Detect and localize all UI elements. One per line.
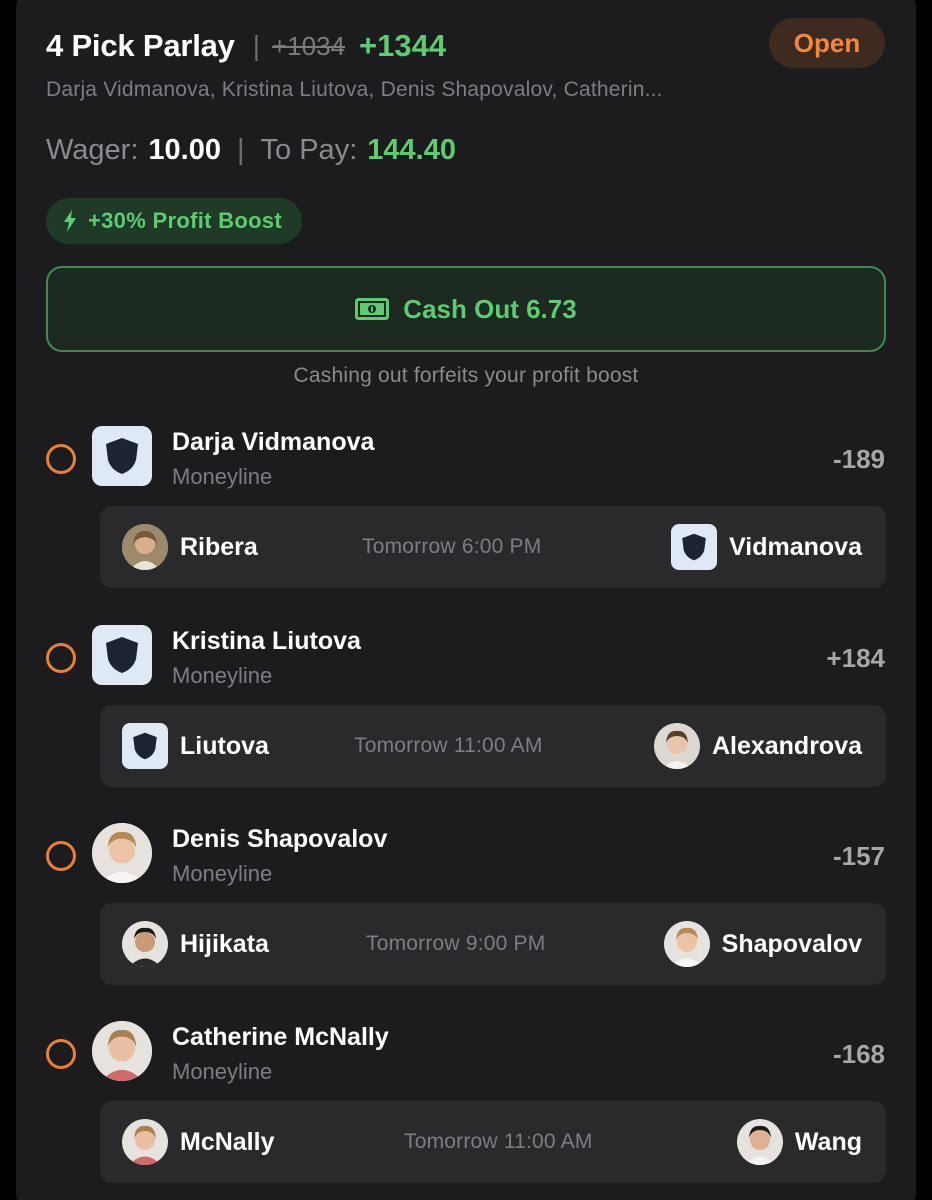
title-separator: |	[252, 30, 260, 61]
to-pay-value: 144.40	[367, 134, 456, 166]
match-player-left: Ribera	[122, 506, 258, 588]
player-avatar	[736, 1119, 783, 1165]
cash-out-note: Cashing out forfeits your profit boost	[293, 364, 639, 387]
to-pay-label: To Pay:	[260, 134, 358, 166]
player-name: Hijikata	[180, 929, 269, 958]
match-card[interactable]: McNally Tomorrow 11:00 AM Wang	[100, 1101, 886, 1183]
cash-out-button[interactable]: Cash Out 6.73	[46, 266, 886, 352]
match-card[interactable]: Ribera Tomorrow 6:00 PM Vidmanova	[100, 506, 886, 588]
match-time: Tomorrow 9:00 PM	[366, 932, 546, 955]
player-name: Vidmanova	[729, 532, 862, 561]
player-name: Alexandrova	[711, 731, 862, 760]
pick-name: Darja Vidmanova	[172, 428, 375, 456]
player-avatar	[122, 921, 168, 967]
lightning-bolt-icon	[64, 210, 76, 232]
wager-value: 10.00	[148, 134, 221, 166]
original-odds: +1034	[272, 30, 346, 61]
pick-market: Moneyline	[172, 861, 273, 886]
match-player-right: Shapovalov	[663, 903, 862, 985]
pick-odds: -189	[832, 444, 885, 474]
pick-market: Moneyline	[172, 464, 273, 489]
pick-market: Moneyline	[172, 1059, 273, 1084]
pick-market: Moneyline	[172, 663, 273, 688]
player-name: McNally	[180, 1127, 275, 1156]
match-player-right: Vidmanova	[671, 506, 862, 588]
title-row: 4 Pick Parlay | +1034 +1344	[46, 26, 446, 66]
status-badge: Open	[769, 18, 885, 68]
cash-icon	[355, 298, 390, 320]
pick-status-radio	[46, 841, 76, 871]
pick-odds: -168	[832, 1039, 885, 1069]
pick-logo-avatar	[92, 823, 152, 883]
match-player-left: Liutova	[122, 705, 269, 787]
pick-name: Kristina Liutova	[172, 627, 361, 655]
player-name: Wang	[794, 1127, 862, 1156]
pick-odds: -157	[832, 841, 885, 871]
match-player-right: Alexandrova	[653, 705, 862, 787]
cash-out-label: Cash Out 6.73	[403, 293, 577, 324]
player-avatar	[122, 524, 168, 570]
player-name: Liutova	[180, 731, 269, 760]
pick-logo-shield-icon	[92, 426, 152, 486]
pick-logo-avatar	[92, 1021, 152, 1081]
match-card[interactable]: Liutova Tomorrow 11:00 AM Alexandrova	[100, 705, 886, 787]
shield-icon	[122, 723, 168, 769]
wager-label: Wager:	[46, 134, 139, 166]
profit-boost-label: +30% Profit Boost	[88, 208, 282, 233]
match-time: Tomorrow 6:00 PM	[362, 535, 542, 558]
profit-boost-badge: +30% Profit Boost	[46, 198, 302, 244]
wager-separator: |	[236, 134, 245, 166]
pick-status-radio	[46, 643, 76, 673]
player-name: Shapovalov	[721, 929, 862, 958]
player-avatar	[653, 723, 700, 769]
pick-status-radio	[46, 444, 76, 474]
pick-name: Catherine McNally	[172, 1023, 389, 1051]
match-player-left: Hijikata	[122, 903, 269, 985]
match-time: Tomorrow 11:00 AM	[354, 734, 543, 757]
page-title: 4 Pick Parlay	[46, 28, 235, 63]
picks-summary: Darja Vidmanova, Kristina Liutova, Denis…	[46, 78, 663, 101]
parlay-card	[16, 0, 916, 1200]
player-avatar	[663, 921, 710, 967]
shield-icon	[671, 524, 718, 570]
pick-odds: +184	[826, 643, 885, 673]
match-time: Tomorrow 11:00 AM	[404, 1130, 593, 1153]
boosted-odds: +1344	[359, 28, 447, 63]
pick-logo-shield-icon	[92, 625, 152, 685]
match-card[interactable]: Hijikata Tomorrow 9:00 PM Shapovalov	[100, 903, 886, 985]
match-player-right: Wang	[736, 1101, 862, 1183]
player-avatar	[122, 1119, 168, 1165]
pick-name: Denis Shapovalov	[172, 825, 388, 853]
pick-status-radio	[46, 1039, 76, 1069]
player-name: Ribera	[180, 532, 258, 561]
wager-row: Wager: 10.00 | To Pay: 144.40	[46, 134, 456, 167]
match-player-left: McNally	[122, 1101, 274, 1183]
